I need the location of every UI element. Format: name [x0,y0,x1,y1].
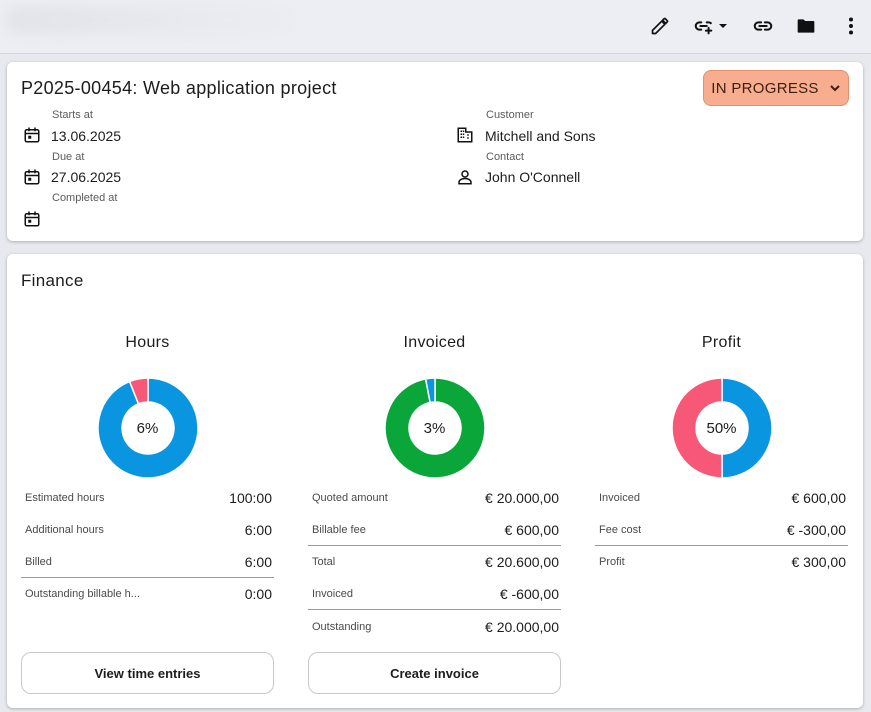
hours-title: Hours [125,334,170,351]
project-card: P2025-00454: Web application project IN … [7,62,863,241]
finance-card: Finance Hours 6% Estimated hours 100:00 … [7,254,863,708]
row-value: € 20.000,00 [485,490,559,506]
profit-donut: 50% [670,377,773,479]
table-row: Invoiced € 600,00 [595,482,848,514]
hours-percent: 6% [136,419,159,437]
status-dropdown[interactable]: IN PROGRESS [703,70,849,106]
calendar-icon [24,211,40,227]
status-label: IN PROGRESS [711,79,819,97]
invoiced-rows: Quoted amount € 20.000,00 Billable fee €… [308,482,561,644]
row-label: Quoted amount [312,492,388,504]
row-value: € 20.600,00 [485,554,559,570]
calendar-icon [24,169,40,185]
folder-icon[interactable] [794,14,818,38]
row-label: Invoiced [312,587,353,600]
row-label: Additional hours [25,524,104,536]
table-row: Additional hours 6:00 [21,514,274,546]
view-time-entries-button[interactable]: View time entries [21,652,274,694]
calendar-icon [24,127,40,143]
row-value: € 20.000,00 [485,619,559,635]
row-label: Outstanding [312,621,372,633]
chevron-down-icon [830,85,840,92]
invoiced-percent: 3% [423,419,446,437]
chevron-down-icon[interactable] [716,14,730,38]
hours-donut: 6% [96,377,199,479]
hours-column: Hours 6% Estimated hours 100:00 Addition… [21,334,274,602]
completed-at-label: Completed at [52,192,118,204]
row-value: 100:00 [229,490,272,506]
due-at-value: 27.06.2025 [51,169,122,185]
table-row: Fee cost € -300,00 [595,514,848,546]
starts-at-label: Starts at [52,109,93,121]
profit-column: Profit 50% Invoiced € 600,00 Fee cost € … [595,334,848,570]
contact-value[interactable]: John O'Connell [485,169,580,185]
table-row: Billable fee € 600,00 [308,514,561,546]
row-label: Estimated hours [25,492,105,504]
blurred-breadcrumb [6,6,306,34]
edit-icon[interactable] [648,14,672,38]
more-vert-icon[interactable] [839,14,863,38]
table-row: Outstanding billable h... 0:00 [21,578,274,610]
table-row: Outstanding € 20.000,00 [308,610,561,644]
row-value: € 600,00 [504,521,560,538]
row-value: 6:00 [244,553,272,570]
profit-rows: Invoiced € 600,00 Fee cost € -300,00 Pro… [595,482,848,578]
hours-rows: Estimated hours 100:00 Additional hours … [21,482,274,610]
project-title: P2025-00454: Web application project [21,78,337,98]
table-row: Invoiced € -600,00 [308,578,561,610]
create-invoice-button[interactable]: Create invoice [308,652,561,694]
link-icon[interactable] [751,14,775,38]
table-row: Profit € 300,00 [595,546,848,578]
invoiced-title: Invoiced [403,334,466,351]
contact-label: Contact [486,151,524,163]
table-row: Quoted amount € 20.000,00 [308,482,561,514]
row-label: Total [312,556,336,568]
person-icon [458,170,472,185]
row-value: € 300,00 [791,554,847,570]
profit-title: Profit [701,334,742,351]
row-value: € 600,00 [791,490,847,506]
row-value: € -600,00 [499,585,559,602]
customer-label: Customer [486,109,534,121]
building-icon [457,127,473,143]
invoiced-donut: 3% [383,377,486,479]
table-row: Estimated hours 100:00 [21,482,274,514]
finance-title: Finance [21,271,84,290]
invoiced-column: Invoiced 3% Quoted amount € 20.000,00 Bi… [308,334,561,635]
top-toolbar [0,0,871,54]
row-label: Billable fee [312,523,366,536]
row-label: Billed [25,555,52,568]
table-row: Total € 20.600,00 [308,546,561,578]
row-value: 0:00 [244,586,272,602]
row-value: 6:00 [244,522,272,538]
customer-value[interactable]: Mitchell and Sons [485,128,596,144]
starts-at-value: 13.06.2025 [51,128,122,144]
row-label: Outstanding billable h... [25,588,140,600]
row-value: € -300,00 [786,521,846,538]
due-at-label: Due at [52,151,85,163]
table-row: Billed 6:00 [21,546,274,578]
row-label: Profit [599,556,625,568]
row-label: Invoiced [599,492,640,504]
row-label: Fee cost [599,523,642,536]
link-add-icon[interactable] [692,14,716,38]
profit-percent: 50% [706,419,737,437]
